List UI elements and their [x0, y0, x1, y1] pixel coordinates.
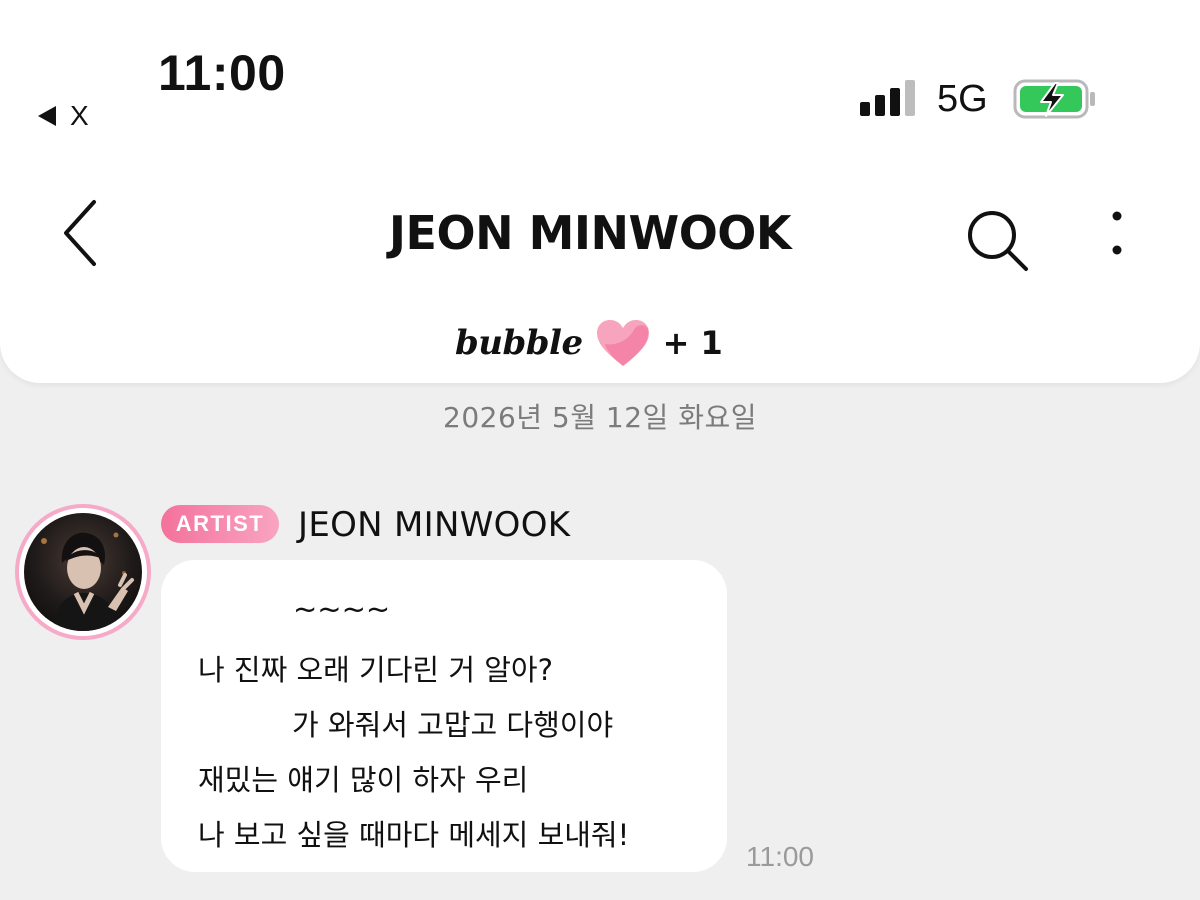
artist-badge: ARTIST — [161, 505, 279, 543]
more-vertical-icon[interactable] — [1105, 208, 1129, 264]
avatar — [24, 513, 142, 631]
back-triangle-icon — [38, 106, 56, 126]
bubble-heart-bar[interactable]: bubble + 1 — [455, 315, 723, 371]
message-bubble[interactable]: ~~~~ 나 진짜 오래 기다린 거 알아? 가 와줘서 고맙고 다행이야 재밌… — [161, 560, 727, 872]
battery-charging-icon — [1013, 79, 1095, 119]
sender-name: JEON MINWOOK — [298, 505, 571, 545]
message-line: 재밌는 얘기 많이 하자 우리 — [198, 763, 529, 797]
bubble-logo: bubble — [455, 323, 583, 363]
back-app-label: X — [70, 100, 89, 131]
message-line: 나 보고 싶을 때마다 메세지 보내줘! — [198, 818, 630, 852]
status-time: 11:00 — [158, 45, 286, 101]
avatar-ring[interactable] — [15, 504, 151, 640]
search-icon[interactable] — [964, 207, 1030, 273]
chat-title: JEON MINWOOK — [388, 206, 792, 260]
date-separator: 2026년 5월 12일 화요일 — [443, 401, 757, 434]
heart-count: + 1 — [662, 324, 723, 362]
heart-icon — [596, 320, 649, 366]
message-line: 나 진짜 오래 기다린 거 알아? — [198, 653, 553, 687]
network-type: 5G — [937, 78, 988, 120]
header-card: 11:00 X 5G JEON MINWOOK bubble + 1 — [0, 0, 1200, 383]
chat-screen: 11:00 X 5G JEON MINWOOK bubble + 1 2026년… — [0, 0, 1200, 900]
message-line: 가 와줘서 고맙고 다행이야 — [292, 708, 614, 742]
back-to-app-button[interactable]: X — [38, 100, 89, 132]
chevron-left-icon[interactable] — [58, 198, 102, 268]
message-line: ~~~~ — [293, 592, 391, 626]
message-time: 11:00 — [746, 841, 814, 872]
cellular-signal-icon — [860, 80, 915, 116]
